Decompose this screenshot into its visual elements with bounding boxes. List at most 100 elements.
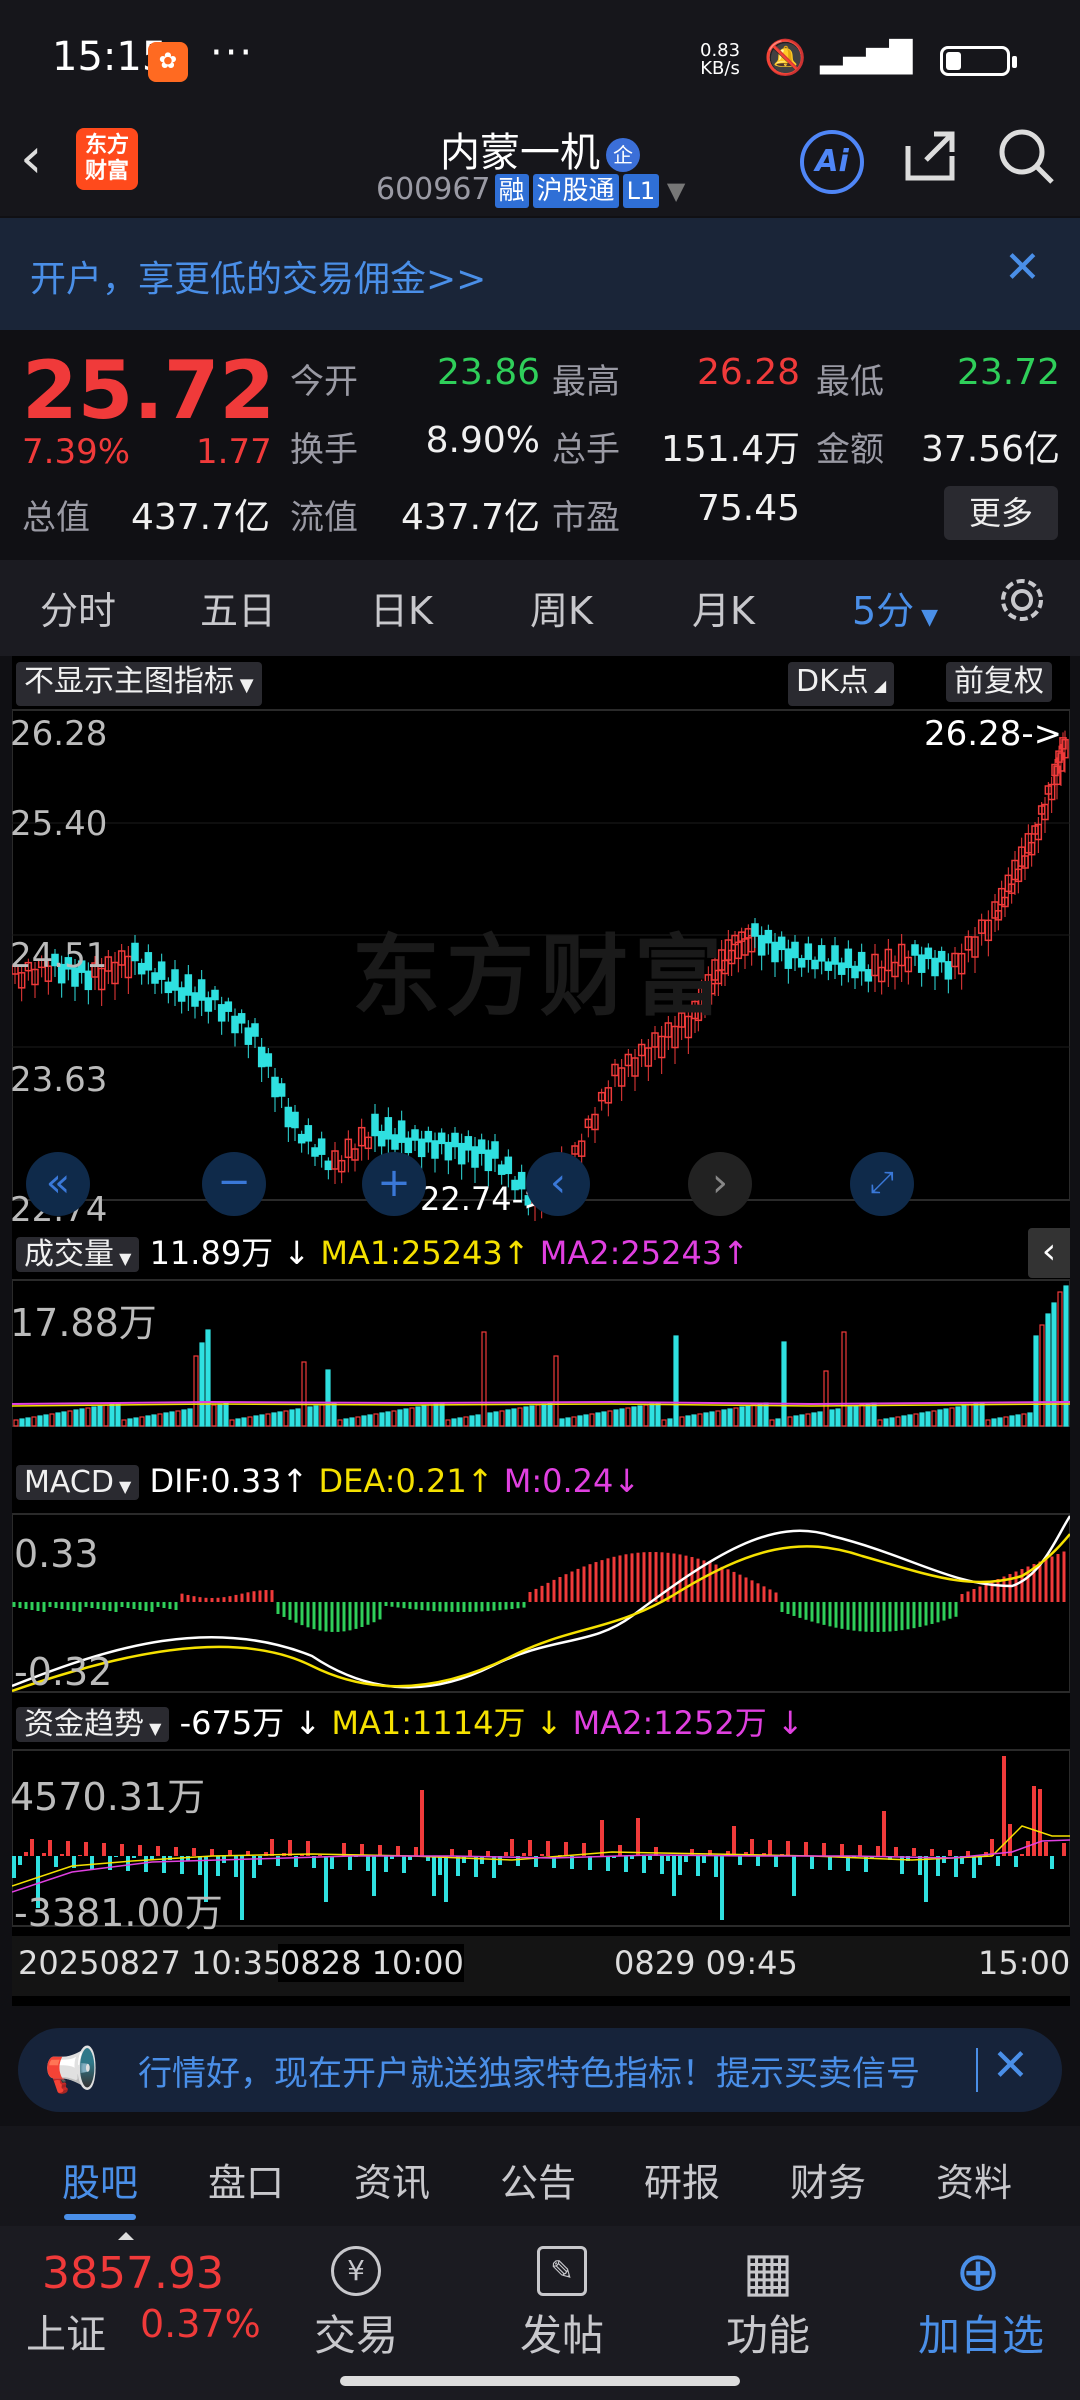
zoom-out-icon[interactable]: − <box>202 1152 266 1216</box>
tab-monthly-k[interactable]: 月K <box>692 580 755 635</box>
volume-bar <box>721 1409 727 1427</box>
fullscreen-icon[interactable]: ⤢ <box>850 1152 914 1216</box>
index-change[interactable]: 0.37% <box>140 2302 261 2346</box>
ytick-1: 26.28 <box>10 714 108 754</box>
zoom-in-icon[interactable]: + <box>362 1152 426 1216</box>
dk-point-button[interactable]: DK点 ◢ <box>788 662 895 706</box>
scroll-left-fast-icon[interactable]: « <box>26 1152 90 1216</box>
tab-finance[interactable]: 财务 <box>790 2152 866 2207</box>
volume-bar <box>835 1408 841 1427</box>
macd-select[interactable]: MACD ▼ <box>16 1465 140 1500</box>
candle-body <box>831 945 839 965</box>
fund-trend-select-label: 资金趋势 <box>24 1707 144 1742</box>
candle-body <box>764 929 773 944</box>
tab-guba[interactable]: 股吧 <box>62 2152 138 2207</box>
share-icon[interactable] <box>900 126 960 198</box>
tab-daily-k[interactable]: 日K <box>370 580 433 635</box>
scroll-right-icon[interactable]: › <box>688 1152 752 1216</box>
candle-body <box>791 941 799 959</box>
volume-bar <box>289 1409 295 1427</box>
promo-ticker[interactable]: 📢 行情好，现在开户就送独家特色指标！提示买卖信号 ✕ <box>18 2028 1062 2112</box>
volume-bar <box>625 1407 631 1427</box>
volume-bar <box>637 1405 643 1427</box>
volume-bar <box>469 1415 475 1427</box>
close-icon[interactable]: ✕ <box>992 2040 1029 2091</box>
volume-bar <box>133 1417 139 1427</box>
up-arrow-icon: ↑ <box>502 1234 540 1272</box>
tab-profile[interactable]: 资料 <box>936 2152 1012 2207</box>
candle-body <box>857 951 866 972</box>
search-icon[interactable] <box>996 126 1056 198</box>
volume-bar <box>295 1408 301 1427</box>
banner-text[interactable]: 开户，享更低的交易佣金>> <box>30 250 486 302</box>
quote-panel: 25.72 7.39% 1.77 今开 23.86 最高 26.28 最低 23.72 换手… <box>0 330 1080 552</box>
account-banner[interactable]: 开户，享更低的交易佣金>> ✕ <box>0 218 1080 330</box>
volume-bar <box>265 1413 271 1427</box>
volume-bar <box>451 1418 457 1427</box>
functions-label[interactable]: 功能 <box>698 2302 838 2363</box>
home-indicator[interactable] <box>340 2376 740 2386</box>
kline-chart[interactable]: 不显示主图指标 ▼ DK点 ◢ 前复权 26.28 25.40 24.51 23… <box>10 656 1070 2006</box>
yen-glyph: ¥ <box>331 2246 381 2296</box>
collapse-panel-icon[interactable]: ‹ <box>1028 1228 1070 1278</box>
close-icon[interactable]: ✕ <box>1004 242 1041 293</box>
tab-weekly-k[interactable]: 周K <box>530 580 593 635</box>
xlabel-3: 0829 09:45 <box>614 1944 798 1982</box>
add-watchlist-icon[interactable]: ⊕ <box>928 2240 1028 2303</box>
dropdown-icon[interactable]: ▼ <box>659 177 685 205</box>
tab-news[interactable]: 资讯 <box>354 2152 430 2207</box>
tab-research[interactable]: 研报 <box>644 2152 720 2207</box>
tab-5min[interactable]: 5分 ▼ <box>852 580 938 635</box>
candle-body <box>271 1076 279 1098</box>
dk-label: DK点 <box>796 664 869 699</box>
candle-body <box>757 935 766 956</box>
volume-bar <box>169 1411 175 1427</box>
tab-pankou[interactable]: 盘口 <box>208 2152 284 2207</box>
promo-text[interactable]: 行情好，现在开户就送独家特色指标！提示买卖信号 <box>138 2046 998 2095</box>
trade-label[interactable]: 交易 <box>286 2302 426 2363</box>
change-percent: 7.39% <box>22 432 131 472</box>
main-indicator-select[interactable]: 不显示主图指标 ▼ <box>16 662 262 706</box>
adjust-button[interactable]: 前复权 <box>946 662 1052 702</box>
post-icon[interactable]: ✎ <box>512 2240 612 2296</box>
settings-icon[interactable] <box>996 574 1048 635</box>
tab-fenshi[interactable]: 分时 <box>40 580 116 635</box>
wifi-icon: ◠ <box>884 38 914 78</box>
expand-arrow-icon[interactable] <box>118 2232 134 2240</box>
volume-bar <box>787 1416 793 1427</box>
volume-bar <box>139 1416 145 1427</box>
volume-bar <box>751 1404 757 1427</box>
candle-body <box>304 1125 313 1142</box>
candle-body <box>497 1164 506 1175</box>
volume-bar <box>25 1417 31 1427</box>
stat-value: 151.4万 <box>660 429 800 470</box>
volume-bar <box>1003 1416 1009 1427</box>
volume-bar <box>37 1415 43 1427</box>
volume-bar <box>889 1417 895 1427</box>
post-label[interactable]: 发帖 <box>492 2302 632 2363</box>
tab-announcements[interactable]: 公告 <box>500 2152 576 2207</box>
ai-button[interactable]: Ai <box>800 130 864 194</box>
candle-body <box>451 1132 459 1148</box>
fund-trend-select[interactable]: 资金趋势 ▼ <box>16 1707 170 1742</box>
trade-icon[interactable]: ¥ <box>306 2240 406 2296</box>
volume-bar <box>493 1411 499 1427</box>
caret-down-icon: ▼ <box>114 1249 132 1268</box>
corner-icon: ◢ <box>868 676 887 695</box>
candle-body <box>391 1134 399 1150</box>
volume-bar <box>421 1405 427 1427</box>
add-watchlist-label[interactable]: 加自选 <box>906 2302 1056 2363</box>
tab-5day[interactable]: 五日 <box>200 580 276 635</box>
volume-select[interactable]: 成交量 ▼ <box>16 1237 140 1272</box>
active-tab-indicator <box>64 2214 136 2220</box>
index-value[interactable]: 3857.93 <box>42 2248 224 2299</box>
scroll-left-icon[interactable]: ‹ <box>526 1152 590 1216</box>
enterprise-badge: 企 <box>606 138 640 172</box>
functions-icon[interactable]: ▦ <box>718 2240 818 2303</box>
index-name[interactable]: 上证 <box>26 2302 106 2360</box>
volume-bar <box>1021 1413 1027 1427</box>
volume-bar <box>841 1331 847 1427</box>
candle-body <box>177 987 186 1002</box>
volume-bar <box>733 1407 739 1427</box>
more-button[interactable]: 更多 <box>944 486 1058 540</box>
